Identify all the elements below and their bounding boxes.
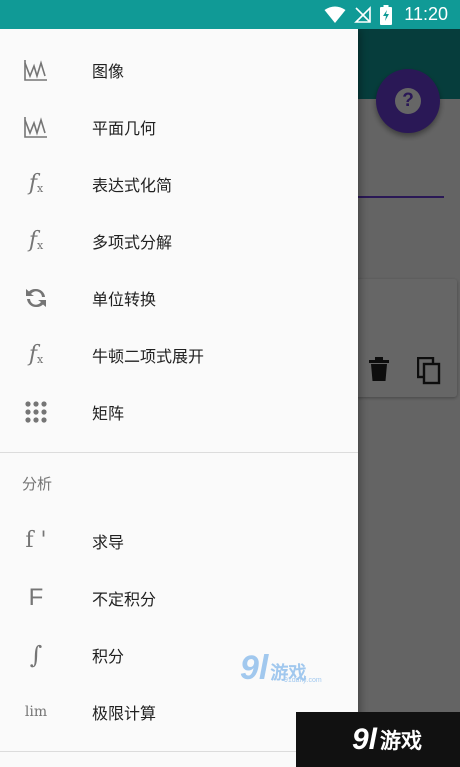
drawer-item-matrix[interactable]: 矩阵 [0, 383, 358, 440]
watermark-badge: 9l 游戏 [296, 712, 460, 767]
drawer-item-derivative[interactable]: f ' 求导 [0, 512, 358, 569]
drawer-item-label: 牛顿二项式展开 [92, 346, 205, 366]
drawer-item-label: 多项式分解 [92, 232, 173, 252]
derivative-icon: f ' [25, 528, 47, 553]
drawer-item-label: 单位转换 [92, 289, 157, 309]
limit-icon: lim [24, 703, 48, 720]
status-time: 11:20 [404, 4, 448, 24]
drawer-divider [0, 452, 358, 453]
section-header-analysis: 分析 [22, 475, 53, 493]
integral-icon: ∫ [29, 640, 43, 669]
function-icon: fx [28, 342, 44, 367]
status-bar: 11:20 [0, 0, 460, 29]
drawer-item-factorize[interactable]: fx 多项式分解 [0, 212, 358, 269]
no-signal-icon [354, 5, 372, 23]
battery-charging-icon [380, 4, 393, 25]
wifi-icon [324, 6, 346, 23]
drawer-item-label: 表达式化简 [92, 175, 173, 195]
drawer-item-graph[interactable]: 图像 [0, 41, 358, 98]
antiderivative-icon: F [28, 583, 44, 611]
swap-icon [20, 282, 52, 314]
drawer-item-label: 图像 [92, 61, 125, 81]
drawer-item-label: 求导 [92, 532, 125, 552]
drawer-item-plane-geometry[interactable]: 平面几何 [0, 98, 358, 155]
drawer-item-indefinite-integral[interactable]: F 不定积分 [0, 569, 358, 626]
drawer-item-binomial[interactable]: fx 牛顿二项式展开 [0, 326, 358, 383]
watermark-logo: 9l 游戏 91danji.com [240, 649, 322, 687]
graph-icon [20, 111, 52, 143]
grid-icon [20, 396, 52, 428]
drawer-item-label: 极限计算 [92, 703, 157, 723]
drawer-item-simplify[interactable]: fx 表达式化简 [0, 155, 358, 212]
graph-icon [20, 54, 52, 86]
drawer-item-label: 积分 [92, 646, 125, 666]
function-icon: fx [28, 228, 44, 253]
function-icon: fx [28, 171, 44, 196]
drawer-item-label: 平面几何 [92, 118, 157, 138]
drawer-item-unit-conversion[interactable]: 单位转换 [0, 269, 358, 326]
drawer-item-label: 不定积分 [92, 589, 157, 609]
drawer-item-label: 矩阵 [92, 403, 125, 423]
